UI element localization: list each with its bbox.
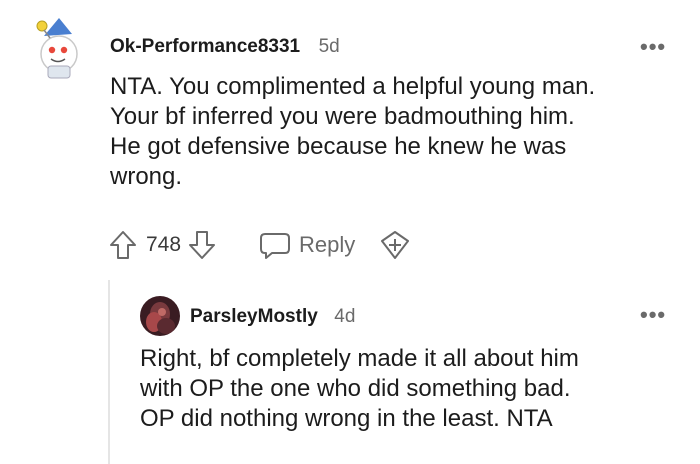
reply-label: Reply — [299, 232, 356, 257]
user-photo-avatar — [140, 296, 180, 336]
reply-header: ParsleyMostly 4d — [190, 306, 355, 328]
reply-line: OP did nothing wrong in the least. NTA — [140, 405, 553, 432]
comment-bubble-icon — [260, 233, 291, 259]
comment-username[interactable]: Ok-Performance8331 — [110, 36, 300, 57]
snoo-avatar-icon — [36, 18, 78, 79]
comment-age: 5d — [318, 36, 340, 57]
reply-line: with OP the one who did something bad. — [140, 375, 571, 402]
award-button[interactable] — [379, 229, 411, 261]
comment-more-button[interactable]: ••• — [640, 34, 666, 60]
comment-line: NTA. You complimented a helpful young ma… — [110, 73, 596, 100]
reply-more-button[interactable]: ••• — [640, 302, 666, 328]
comment-body: NTA. You complimented a helpful young ma… — [110, 72, 595, 192]
thread-line[interactable] — [108, 280, 110, 464]
comment-line: Your bf inferred you were badmouthing hi… — [110, 103, 575, 130]
award-plus-icon — [381, 231, 410, 259]
comment-action-bar: 748 Reply — [108, 228, 411, 262]
upvote-arrow-icon — [110, 231, 136, 259]
reply-avatar[interactable] — [140, 296, 180, 336]
reply-age: 4d — [334, 306, 356, 327]
reply-username[interactable]: ParsleyMostly — [190, 306, 318, 327]
reply-body: Right, bf completely made it all about h… — [140, 344, 579, 434]
downvote-button[interactable] — [187, 229, 217, 261]
reply-line: Right, bf completely made it all about h… — [140, 345, 579, 372]
vote-count: 748 — [146, 233, 182, 256]
comment-avatar[interactable] — [30, 14, 88, 80]
upvote-button[interactable] — [108, 229, 138, 261]
comment-header: Ok-Performance8331 5d — [110, 36, 340, 58]
reply-button[interactable]: Reply — [259, 230, 355, 260]
comment-line: He got defensive because he knew he was — [110, 133, 567, 160]
comment-line: wrong. — [110, 163, 183, 190]
downvote-arrow-icon — [189, 231, 216, 259]
